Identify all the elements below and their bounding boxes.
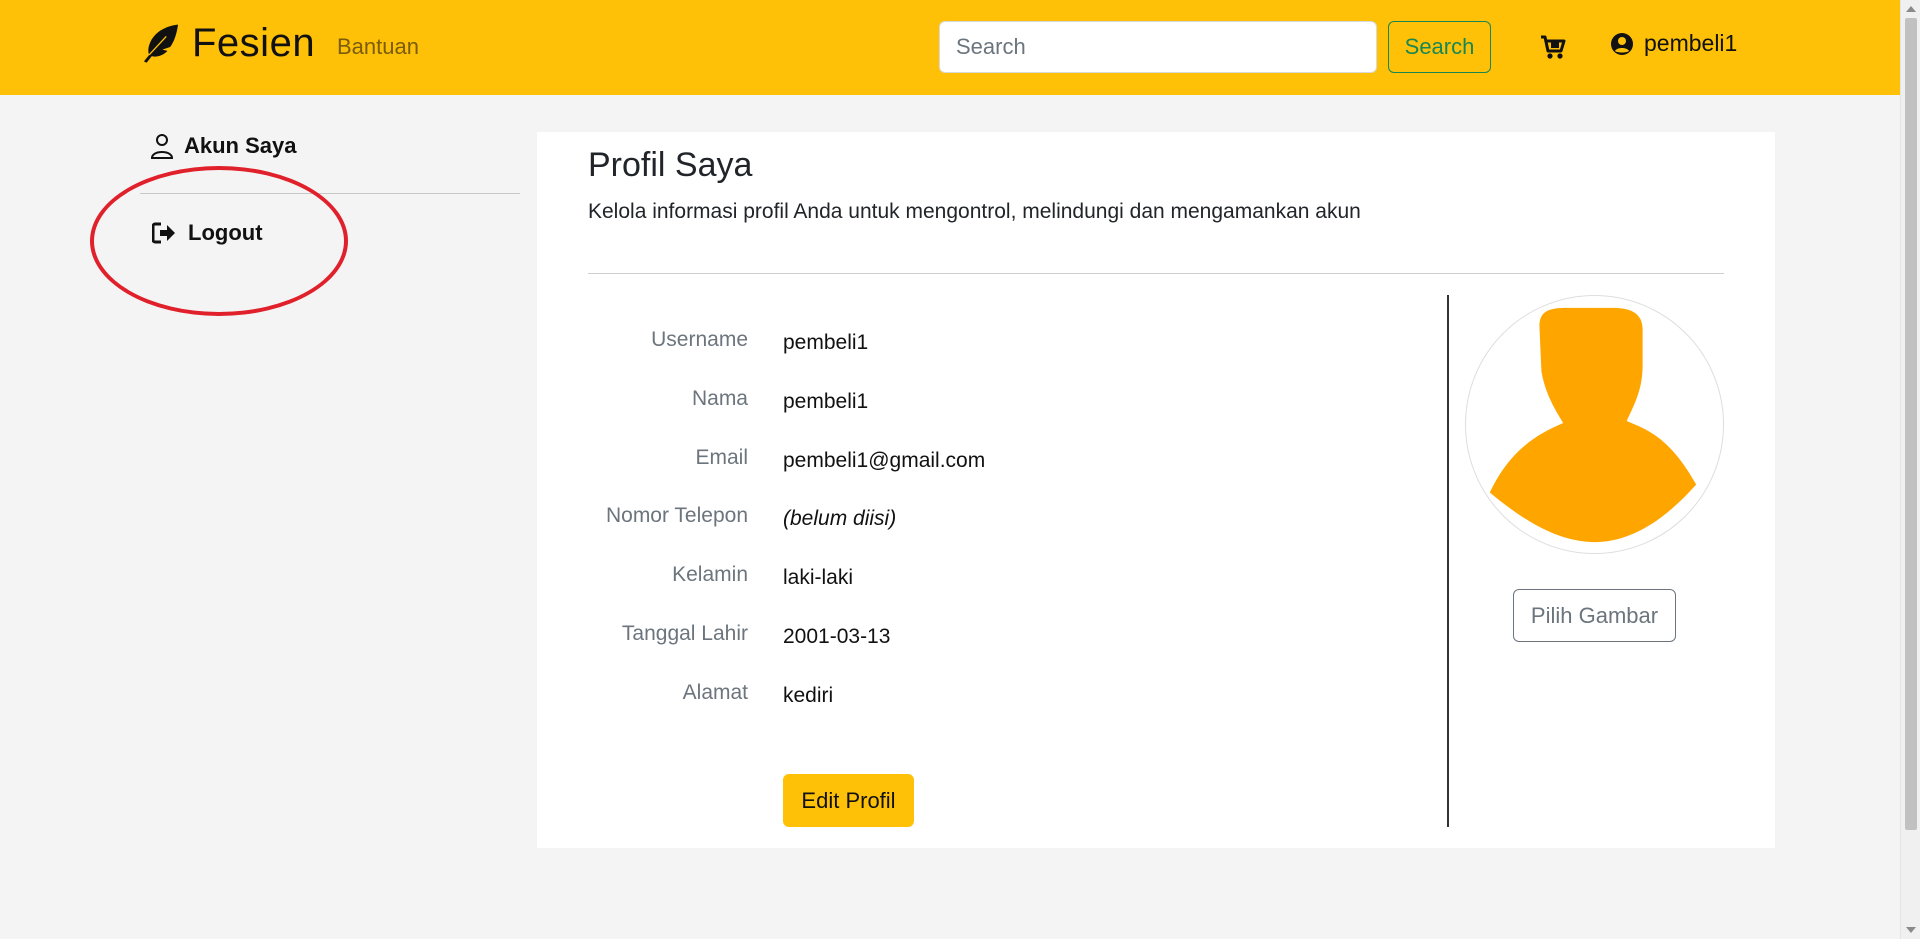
- field-label: Username: [651, 328, 748, 351]
- sidebar-divider: [140, 193, 520, 194]
- scroll-up-arrow-icon[interactable]: [1906, 6, 1916, 12]
- top-navbar: Fesien Bantuan Search pembeli1: [0, 0, 1900, 95]
- brand-logo-link[interactable]: Fesien: [140, 18, 315, 68]
- scroll-down-arrow-icon[interactable]: [1906, 927, 1916, 933]
- sidebar-item-akun-saya[interactable]: Akun Saya: [150, 133, 297, 159]
- user-circle-icon: [1611, 32, 1633, 55]
- field-value: 2001-03-13: [783, 625, 891, 648]
- field-value: pembeli1: [783, 331, 869, 354]
- feather-icon: [143, 24, 179, 63]
- cart-icon[interactable]: [1539, 33, 1567, 61]
- field-label: Tanggal Lahir: [621, 622, 748, 645]
- field-value: laki-laki: [783, 566, 854, 589]
- choose-image-button[interactable]: Pilih Gambar: [1513, 589, 1676, 642]
- page-subtitle: Kelola informasi profil Anda untuk mengo…: [588, 200, 1361, 223]
- field-label: Nomor Telepon: [605, 504, 748, 527]
- search-input[interactable]: [939, 21, 1377, 73]
- field-value: pembeli1@gmail.com: [783, 449, 986, 472]
- avatar: [1465, 295, 1724, 554]
- page-scrollbar[interactable]: [1900, 0, 1920, 939]
- user-outline-icon: [150, 134, 174, 159]
- field-label: Email: [695, 446, 748, 469]
- page-title: Profil Saya: [588, 146, 753, 184]
- field-value: kediri: [783, 684, 834, 707]
- user-menu[interactable]: pembeli1: [1610, 30, 1737, 57]
- field-value: pembeli1: [783, 390, 869, 413]
- field-value: (belum diisi): [783, 507, 897, 530]
- brand-name: Fesien: [192, 20, 316, 65]
- user-silhouette-icon: [1489, 307, 1697, 543]
- logout-icon: [152, 222, 175, 244]
- field-label: Nama: [691, 387, 748, 410]
- edit-profile-button[interactable]: Edit Profil: [783, 774, 914, 827]
- field-label: Alamat: [682, 681, 748, 704]
- section-divider: [588, 273, 1724, 274]
- profile-card: Profil Saya Kelola informasi profil Anda…: [537, 132, 1775, 848]
- field-label: Kelamin: [672, 563, 748, 586]
- scrollbar-thumb[interactable]: [1905, 18, 1917, 830]
- search-button[interactable]: Search: [1388, 21, 1491, 73]
- sidebar-item-label: Logout: [188, 220, 263, 245]
- sidebar-item-label: Akun Saya: [184, 133, 297, 158]
- vertical-divider: [1447, 295, 1449, 827]
- sidebar-item-logout[interactable]: Logout: [152, 220, 263, 246]
- username-label: pembeli1: [1644, 30, 1738, 56]
- help-link[interactable]: Bantuan: [337, 34, 419, 60]
